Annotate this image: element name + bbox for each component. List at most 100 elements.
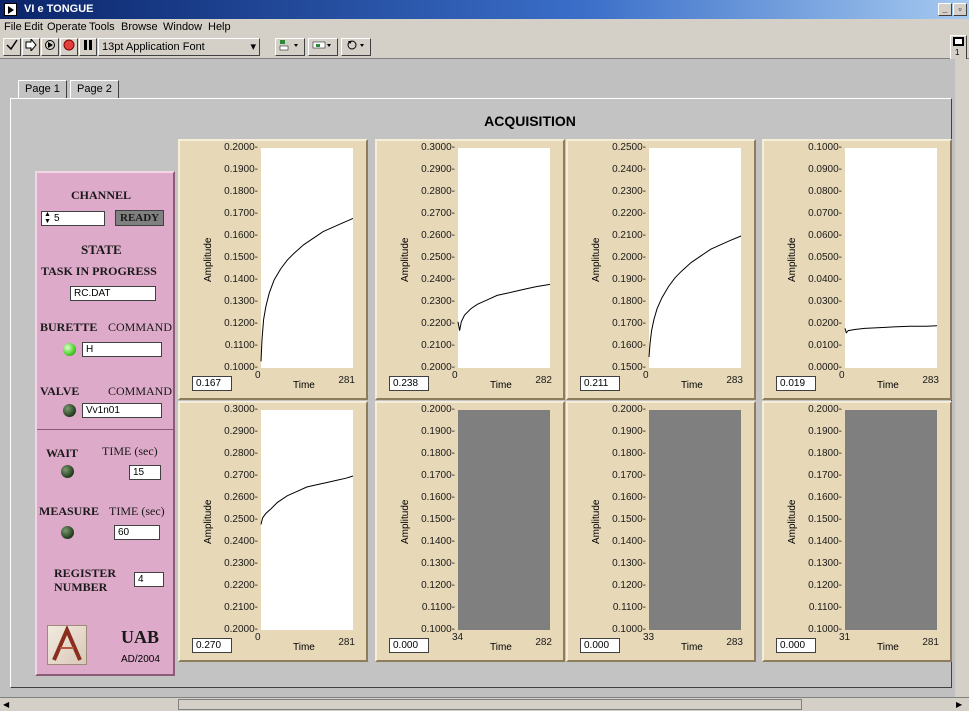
y-tick-label: 0.2000- <box>224 142 258 153</box>
svg-text:1: 1 <box>955 48 960 57</box>
amplitude-readout: 0.167 <box>192 376 232 391</box>
channel-input[interactable]: ▲ ▼ 5 <box>41 211 105 226</box>
curve-svg <box>844 325 938 334</box>
y-tick-label: 0.1700- <box>808 470 842 481</box>
y-tick-label: 0.3000- <box>224 404 258 415</box>
y-tick-label: 0.1200- <box>421 580 455 591</box>
task-label: TASK IN PROGRESS <box>41 264 157 278</box>
y-tick-label: 0.1300- <box>421 558 455 569</box>
labview-icon[interactable] <box>4 3 17 16</box>
x-tick-min: 0 <box>452 370 458 381</box>
tab-page-1[interactable]: Page 1 <box>18 80 67 100</box>
scroll-thumb[interactable] <box>178 699 802 710</box>
x-tick-min: 0 <box>255 632 261 643</box>
tab-page-2[interactable]: Page 2 <box>70 80 119 99</box>
wait-time-field: 15 <box>129 465 161 480</box>
y-tick-label: 0.2000- <box>421 404 455 415</box>
valve-command-field: Vv1n01 <box>82 403 162 418</box>
y-tick-label: 0.2400- <box>612 164 646 175</box>
vertical-scrollbar[interactable] <box>955 59 969 697</box>
y-tick-label: 0.1100- <box>612 602 646 613</box>
menu-window[interactable]: Window <box>163 21 202 33</box>
y-tick-label: 0.2200- <box>612 208 646 219</box>
waveform-chart-1: 0.2000- 0.1900- 0.1800- 0.1700- 0.1600- 0.150… <box>178 139 368 400</box>
wait-led <box>61 465 74 478</box>
y-tick-label: 0.0800- <box>808 186 842 197</box>
amplitude-series <box>457 283 551 331</box>
font-select[interactable]: 13pt Application Font ▾ <box>98 38 260 56</box>
amplitude-series <box>260 475 354 525</box>
plot-area <box>648 148 742 368</box>
x-tick-max: 282 <box>535 375 552 386</box>
x-tick-min: 33 <box>643 632 655 643</box>
waveform-chart-7: 0.2000- 0.1900- 0.1800- 0.1700- 0.1600- 0.150… <box>566 401 756 662</box>
run-arrow-icon[interactable] <box>22 38 40 56</box>
menu-operate[interactable]: Operate <box>47 21 87 33</box>
y-axis-label: Amplitude <box>787 237 798 282</box>
y-tick-label: 0.1200- <box>612 580 646 591</box>
scroll-right-icon[interactable]: ▶ <box>956 700 962 709</box>
run-continuous-icon[interactable] <box>41 38 59 56</box>
uab-logo-icon <box>47 624 87 665</box>
register-label: REGISTER <box>54 566 117 580</box>
x-axis-label: Time <box>293 642 315 653</box>
title-bar: VI e TONGUE _ ▫ <box>0 0 969 19</box>
reorder-icon[interactable] <box>341 38 371 56</box>
y-tick-label: 0.0300- <box>808 296 842 307</box>
menu-browse[interactable]: Browse <box>121 21 158 33</box>
ready-indicator: READY <box>115 210 165 226</box>
y-tick-label: 0.2100- <box>421 340 455 351</box>
amplitude-readout: 0.000 <box>389 638 429 653</box>
amplitude-readout: 0.238 <box>389 376 429 391</box>
x-tick-min: 0 <box>255 370 261 381</box>
menu-help[interactable]: Help <box>208 21 231 33</box>
menu-tools[interactable]: Tools <box>89 21 115 33</box>
y-tick-label: 0.1200- <box>224 318 258 329</box>
abort-icon[interactable] <box>60 38 78 56</box>
measure-time-label: TIME (sec) <box>109 504 165 518</box>
checkmark-icon[interactable] <box>3 38 21 56</box>
pause-icon[interactable] <box>79 38 97 56</box>
menu-edit[interactable]: Edit <box>24 21 43 33</box>
y-tick-label: 0.1900- <box>808 426 842 437</box>
menu-file[interactable]: File <box>4 21 22 33</box>
uab-logo-text: UAB <box>121 627 160 647</box>
align-icon[interactable] <box>275 38 305 56</box>
font-select-value: 13pt Application Font <box>102 41 205 53</box>
minimize-button[interactable]: _ <box>938 3 952 16</box>
waveform-chart-5: 0.3000- 0.2900- 0.2800- 0.2700- 0.2600- 0.250… <box>178 401 368 662</box>
y-tick-label: 0.1500- <box>612 362 646 373</box>
spinner-icon[interactable]: ▲ ▼ <box>44 212 51 225</box>
wait-label: WAIT <box>46 446 79 460</box>
x-tick-min: 0 <box>643 370 649 381</box>
valve-label: VALVE <box>40 384 80 398</box>
curve-svg <box>260 475 354 525</box>
y-tick-label: 0.2000- <box>421 362 455 373</box>
y-tick-label: 0.1300- <box>808 558 842 569</box>
distribute-icon[interactable] <box>308 38 338 56</box>
burette-command-label: COMMAND <box>108 320 173 334</box>
waveform-chart-4: 0.1000- 0.0900- 0.0800- 0.0700- 0.0600- 0.050… <box>762 139 952 400</box>
y-tick-label: 0.2000- <box>612 404 646 415</box>
y-tick-label: 0.2800- <box>421 186 455 197</box>
register-number-field: 4 <box>134 572 164 587</box>
wait-time-label: TIME (sec) <box>102 444 158 458</box>
x-axis-label: Time <box>681 380 703 391</box>
restore-button[interactable]: ▫ <box>953 3 967 16</box>
y-tick-label: 0.1800- <box>612 296 646 307</box>
x-axis-label: Time <box>490 642 512 653</box>
menu-bar: File Edit Operate Tools Browse Window He… <box>0 19 969 35</box>
horizontal-scrollbar[interactable]: ◀ ▶ <box>0 697 969 711</box>
burette-led <box>63 343 76 356</box>
scroll-left-icon[interactable]: ◀ <box>3 700 9 709</box>
y-tick-label: 0.0200- <box>808 318 842 329</box>
y-tick-label: 0.2300- <box>224 558 258 569</box>
y-tick-label: 0.2900- <box>224 426 258 437</box>
x-tick-max: 281 <box>338 375 355 386</box>
y-tick-label: 0.3000- <box>421 142 455 153</box>
waveform-chart-3: 0.2500- 0.2400- 0.2300- 0.2200- 0.2100- 0.200… <box>566 139 756 400</box>
state-label: STATE <box>81 242 122 257</box>
x-axis-label: Time <box>293 380 315 391</box>
chevron-down-icon: ▾ <box>250 41 256 53</box>
y-tick-label: 0.2200- <box>224 580 258 591</box>
